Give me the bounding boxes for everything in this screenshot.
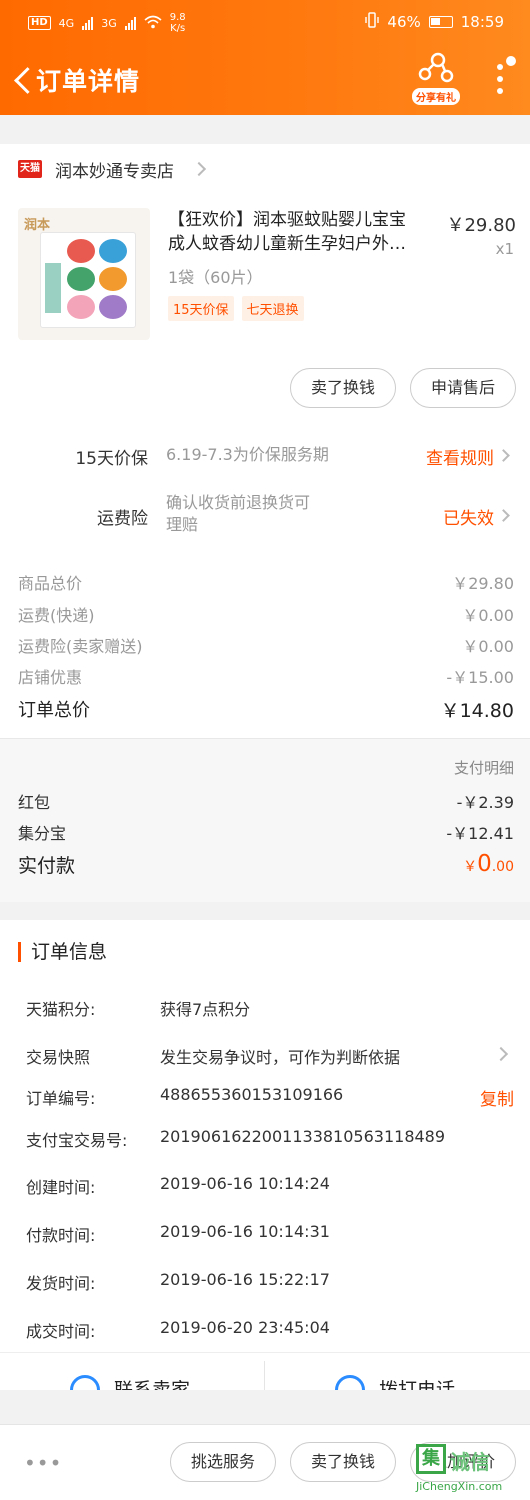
copy-button[interactable]: 复制	[480, 1085, 514, 1110]
store-row[interactable]: 天猫 润本妙通专卖店	[0, 144, 530, 194]
price-breakdown: 商品总价 ￥29.80 运费(快递) ￥0.00 运费险(卖家赠送) ￥0.00 店铺…	[0, 552, 530, 738]
services-section: 15天价保 6.19-7.3为价保服务期 查看规则 运费险 确认收货前退换货可理…	[0, 428, 530, 552]
product-price: ￥29.80	[446, 215, 516, 236]
share-icon	[418, 52, 454, 83]
actual-paid-amount: ￥0.00	[463, 851, 514, 877]
service-row-price-protect[interactable]: 15天价保 6.19-7.3为价保服务期 查看规则	[0, 428, 530, 484]
price-row: 店铺优惠 -￥15.00	[18, 668, 514, 687]
payment-details: 支付明细 红包 -￥2.39 集分宝 -￥12.41 实付款 ￥0.00	[0, 738, 530, 902]
select-service-button[interactable]: 挑选服务	[170, 1442, 276, 1482]
page-title: 订单详情	[36, 67, 141, 96]
payment-row: 红包 -￥2.39	[18, 793, 514, 812]
hd-badge: HD	[28, 16, 51, 30]
chevron-right-icon	[493, 1046, 509, 1062]
product-brand-text: 润本	[24, 218, 51, 233]
service-desc: 确认收货前退换货可 理赔	[166, 493, 311, 534]
chat-icon	[70, 1375, 100, 1390]
tag-price-protect: 15天价保	[168, 296, 234, 321]
service-desc: 6.19-7.3为价保服务期	[166, 445, 329, 464]
product-card[interactable]: 润本 【狂欢价】润本驱蚊贴婴儿宝宝 成人蚊香幼儿童新生孕妇户外… ￥29.80 …	[0, 194, 530, 360]
order-info-section: 订单信息 天猫积分: 获得7点积分 交易快照 发生交易争议时，可作为判断依据 订单编…	[0, 920, 530, 1390]
status-bar: HD 4G 3G 9.8 K/s 46% 18:59	[0, 8, 530, 40]
actual-paid-row: 实付款 ￥0.00	[18, 851, 514, 877]
expired-status[interactable]: 已失效	[443, 504, 494, 529]
service-row-shipping-insurance[interactable]: 运费险 确认收货前退换货可 理赔 已失效	[0, 488, 530, 544]
more-menu-icon[interactable]	[496, 56, 516, 98]
payment-row: 集分宝 -￥12.41	[18, 824, 514, 843]
price-row: 运费(快递) ￥0.00	[18, 606, 514, 625]
net2-label: 3G	[101, 16, 117, 30]
aftersale-button[interactable]: 申请售后	[410, 368, 516, 408]
price-row: 运费险(卖家赠送) ￥0.00	[18, 637, 514, 656]
signal-icon-2	[124, 16, 136, 30]
nav-bar: 订单详情 分享有礼	[0, 50, 530, 110]
vibrate-icon	[365, 12, 380, 32]
price-row: 商品总价 ￥29.80	[18, 574, 514, 593]
sell-button[interactable]: 卖了换钱	[290, 368, 396, 408]
item-actions: 卖了换钱 申请售后	[0, 360, 530, 428]
net1-label: 4G	[58, 16, 75, 30]
watermark-logo: 集 诚信 JiChengXin.com	[412, 1440, 528, 1498]
call-phone-button[interactable]: 拨打电话	[265, 1353, 530, 1390]
order-total-row: 订单总价 ￥14.80	[18, 700, 514, 722]
net-speed: 9.8 K/s	[169, 12, 186, 34]
share-button[interactable]: 分享有礼	[408, 52, 464, 108]
wifi-icon	[144, 15, 162, 32]
product-quantity: x1	[495, 240, 514, 258]
product-title[interactable]: 【狂欢价】润本驱蚊贴婴儿宝宝 成人蚊香幼儿童新生孕妇户外…	[168, 208, 440, 256]
order-info-title: 订单信息	[18, 942, 107, 962]
view-rules-link[interactable]: 查看规则	[426, 444, 494, 469]
chevron-right-icon	[191, 161, 207, 177]
product-image[interactable]: 润本	[18, 208, 150, 340]
tag-return: 七天退换	[241, 296, 304, 321]
phone-icon	[335, 1375, 365, 1390]
share-label: 分享有礼	[412, 88, 460, 105]
service-label: 15天价保	[75, 449, 148, 469]
payment-details-header: 支付明细	[453, 759, 514, 777]
battery-icon	[428, 16, 453, 28]
chevron-right-icon	[497, 449, 510, 462]
store-name[interactable]: 润本妙通专卖店	[55, 157, 174, 182]
service-label: 运费险	[97, 509, 148, 529]
more-actions-icon[interactable]: •••	[24, 1451, 62, 1475]
product-tags: 15天价保 七天退换	[168, 296, 304, 321]
sell-button-bottom[interactable]: 卖了换钱	[290, 1442, 396, 1482]
battery-percent: 46%	[387, 13, 421, 31]
contact-seller-button[interactable]: 联系卖家	[0, 1353, 265, 1390]
chevron-right-icon	[497, 509, 510, 522]
tmall-logo: 天猫	[18, 160, 42, 178]
clock: 18:59	[460, 13, 504, 31]
app-header: HD 4G 3G 9.8 K/s 46% 18:59 订单详情 分享有礼	[0, 0, 530, 115]
product-spec: 1袋（60片）	[168, 268, 263, 287]
contact-bar: 联系卖家 拨打电话	[0, 1352, 530, 1390]
back-icon[interactable]	[12, 65, 32, 95]
signal-icon	[82, 16, 94, 30]
